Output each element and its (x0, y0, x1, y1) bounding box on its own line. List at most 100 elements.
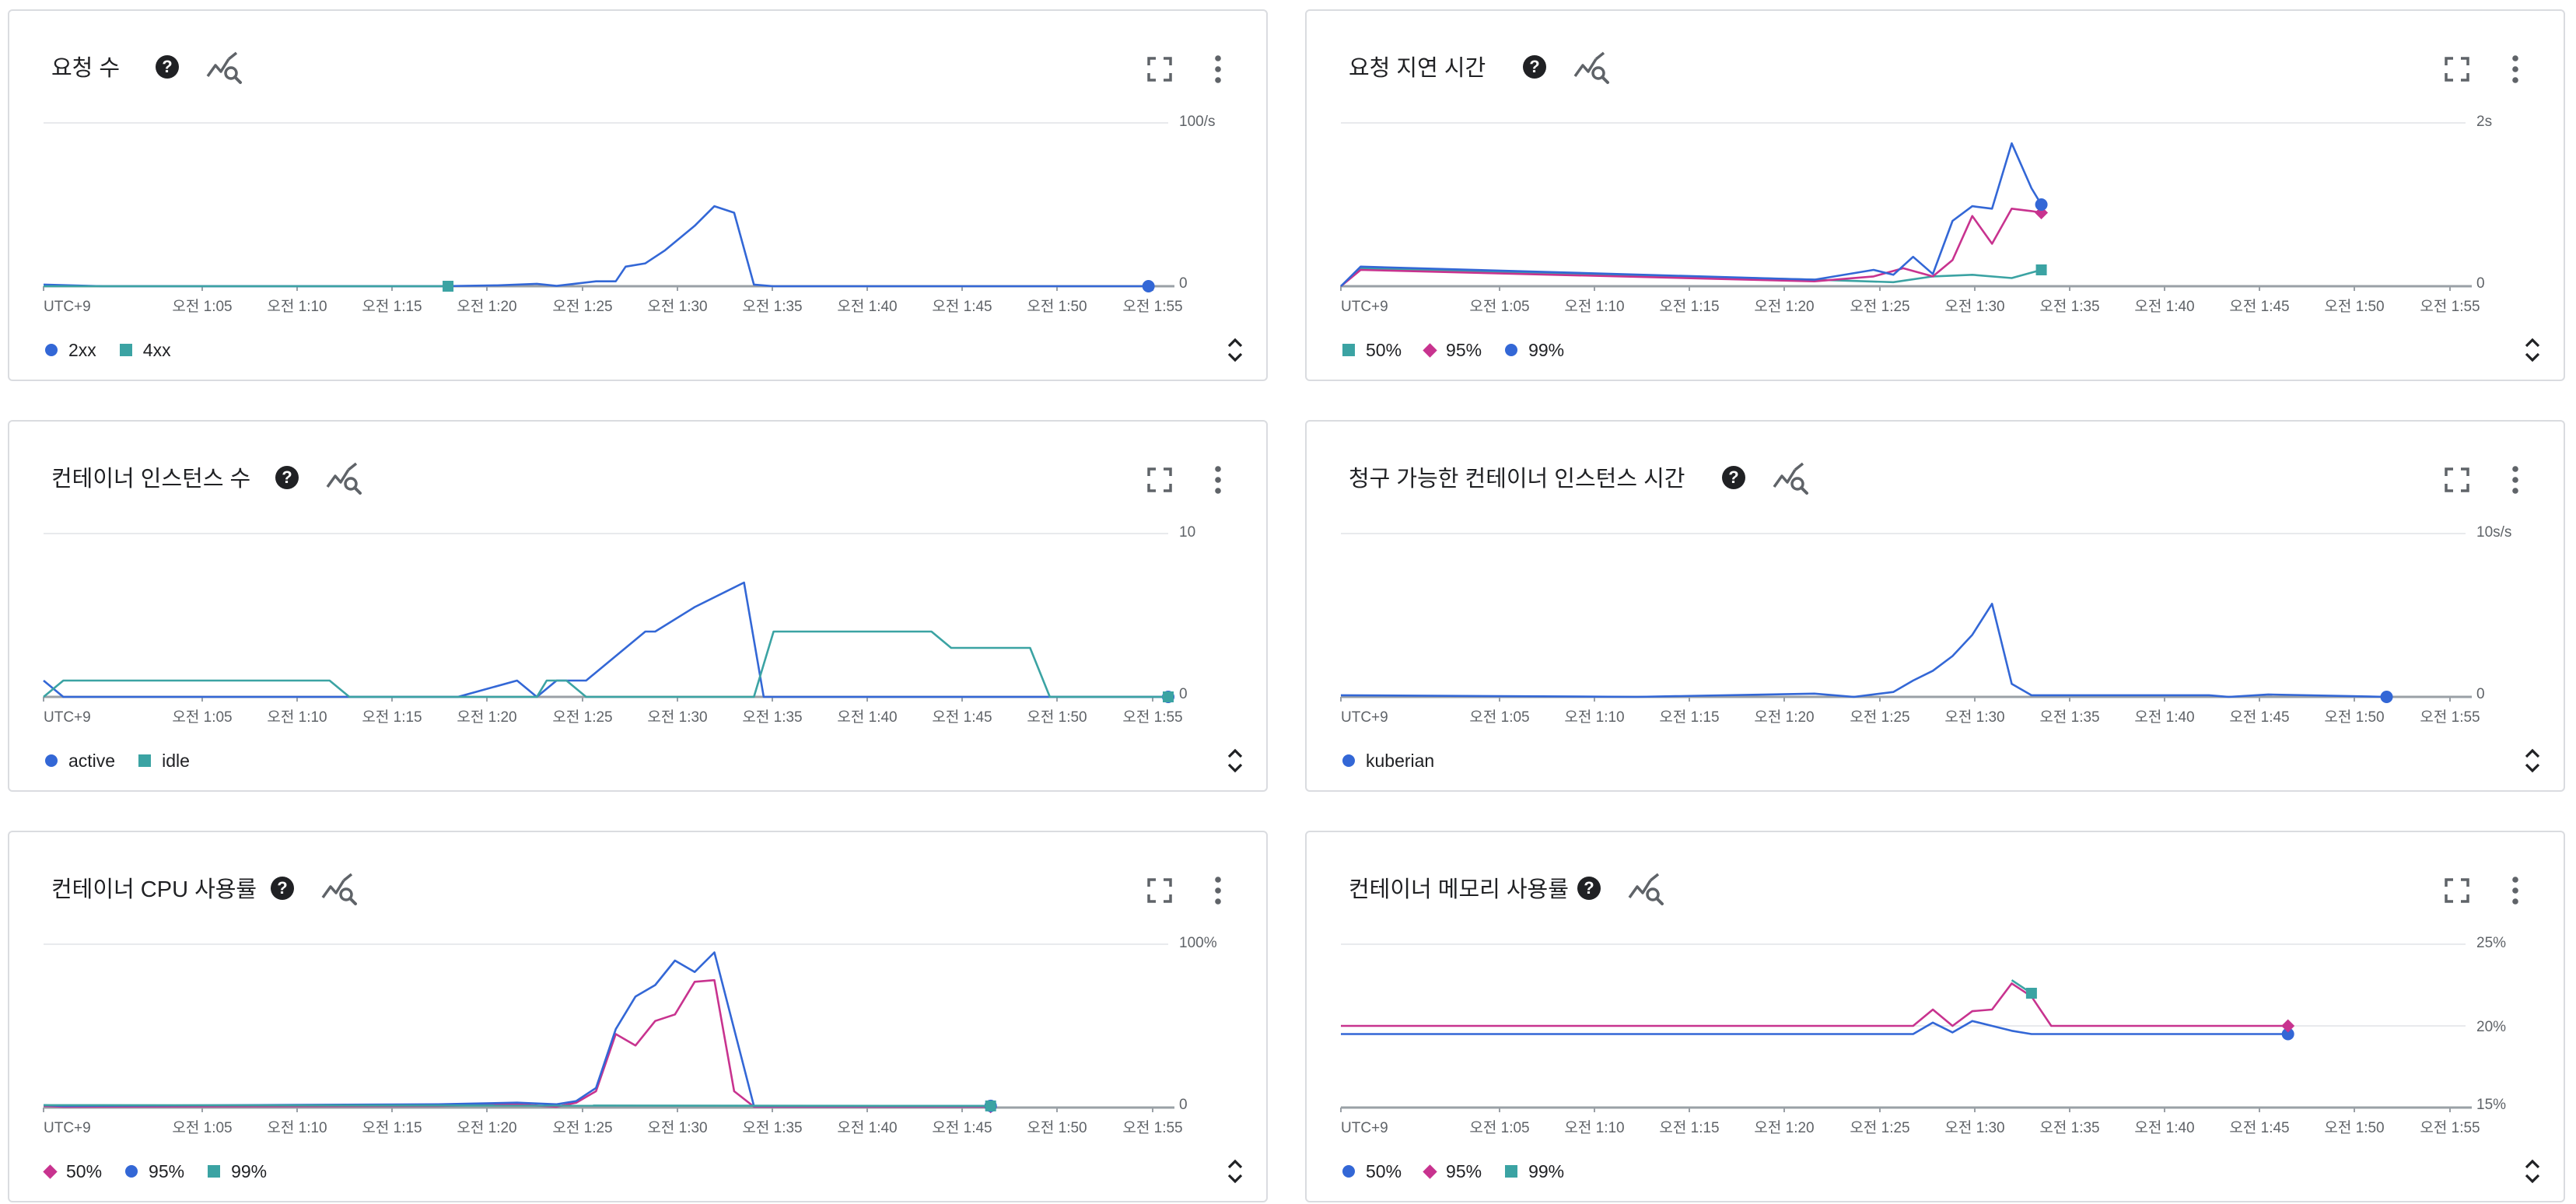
series-end-marker (2035, 198, 2048, 211)
x-tick-label: 오전 1:10 (267, 298, 327, 315)
x-tick-label: 오전 1:15 (1659, 1119, 1719, 1136)
y-tick-label: 100/s (1179, 114, 1215, 130)
x-tick-label: 오전 1:35 (2039, 1119, 2099, 1136)
x-tick-label: 오전 1:45 (2229, 709, 2289, 726)
legend-item[interactable]: 95% (1423, 1160, 1482, 1182)
legend-item[interactable]: active (45, 750, 115, 772)
line-chart: 10s/s 0 UTC+9 오전 1:05 오전 1:10 오전 1:15 오전 1:20 오… (1340, 524, 2511, 726)
series-end-marker (985, 1100, 996, 1111)
legend-circle-icon (1342, 754, 1355, 767)
x-tick-label: 오전 1:40 (837, 298, 897, 315)
series-end-marker (2380, 691, 2393, 703)
x-tick-label: UTC+9 (1341, 1120, 1388, 1136)
x-tick-label: 오전 1:30 (1944, 298, 2004, 315)
x-tick-label: 오전 1:55 (2420, 709, 2480, 726)
x-tick-label: UTC+9 (44, 709, 91, 726)
legend-item[interactable]: 95% (1423, 339, 1482, 361)
x-tick-label: 오전 1:45 (2229, 1119, 2289, 1136)
x-tick-label: 오전 1:30 (1944, 1119, 2004, 1136)
x-tick-label: 오전 1:25 (1850, 1119, 1909, 1136)
x-tick-label: 오전 1:15 (362, 709, 422, 726)
chart-card: 요청 수? 100/s 0 UTC+9 오전 1:05 오전 1:10 오전 1:15 오전 … (8, 9, 1268, 381)
x-tick-label: 오전 1:40 (2134, 709, 2194, 726)
x-tick-label: 오전 1:10 (1564, 298, 1624, 315)
expand-icon[interactable] (2523, 1157, 2542, 1185)
legend-item[interactable]: 50% (1342, 1160, 1402, 1182)
chart-legend: 50% 95% 99% (43, 1160, 267, 1182)
chart-legend: 2xx 4xx (45, 339, 171, 361)
legend-item[interactable]: 99% (208, 1160, 267, 1182)
legend-item[interactable]: idle (138, 750, 190, 772)
legend-item[interactable]: kuberian (1342, 750, 1434, 772)
x-tick-label: 오전 1:15 (1659, 298, 1719, 315)
x-tick-label: 오전 1:15 (362, 298, 422, 315)
legend-label: 95% (149, 1161, 185, 1181)
chart-card: 컨테이너 인스턴스 수? 10 0 UTC+9 오전 1:05 오전 1:10 오전 1:1… (8, 420, 1268, 792)
x-tick-label: 오전 1:30 (1944, 709, 2004, 726)
x-tick-label: 오전 1:30 (647, 709, 707, 726)
x-tick-label: UTC+9 (1341, 299, 1388, 315)
x-tick-label: 오전 1:25 (1850, 709, 1909, 726)
x-tick-label: 오전 1:35 (2039, 709, 2099, 726)
series-end-marker (443, 281, 454, 292)
series-line-95% (1341, 982, 2288, 1027)
legend-square-icon (1505, 1165, 1518, 1178)
legend-diamond-icon (43, 1164, 58, 1179)
x-tick-label: 오전 1:50 (1027, 709, 1087, 726)
legend-label: 95% (1446, 1161, 1482, 1181)
chart-legend: kuberian (1342, 750, 1434, 772)
x-tick-label: 오전 1:50 (1027, 298, 1087, 315)
legend-item[interactable]: 2xx (45, 339, 96, 361)
y-tick-label: 0 (1179, 1097, 1188, 1113)
x-tick-label: UTC+9 (44, 1120, 91, 1136)
legend-circle-icon (1342, 1165, 1355, 1178)
x-tick-label: 오전 1:20 (457, 709, 516, 726)
expand-icon[interactable] (1226, 336, 1244, 364)
x-tick-label: 오전 1:15 (1659, 709, 1719, 726)
x-tick-label: 오전 1:10 (267, 709, 327, 726)
y-tick-label: 10 (1179, 524, 1195, 541)
x-tick-label: 오전 1:55 (2420, 1119, 2480, 1136)
legend-label: 50% (66, 1161, 103, 1181)
chart-card: 요청 지연 시간? 2s 0 UTC+9 오전 1:05 오전 1:10 오전 1:15 오전… (1305, 9, 2565, 381)
y-tick-label: 15% (2476, 1097, 2506, 1113)
legend-item[interactable]: 4xx (119, 339, 171, 361)
x-tick-label: 오전 1:45 (2229, 298, 2289, 315)
expand-icon[interactable] (2523, 747, 2542, 775)
legend-item[interactable]: 99% (1505, 1160, 1564, 1182)
x-tick-label: 오전 1:30 (647, 1119, 707, 1136)
x-tick-label: 오전 1:25 (552, 298, 612, 315)
x-tick-label: 오전 1:40 (2134, 1119, 2194, 1136)
legend-label: 99% (1528, 340, 1565, 360)
x-tick-label: 오전 1:55 (1122, 1119, 1182, 1136)
legend-item[interactable]: 50% (43, 1160, 103, 1182)
legend-item[interactable]: 99% (1505, 339, 1564, 361)
expand-icon[interactable] (1226, 1157, 1244, 1185)
expand-icon[interactable] (1226, 747, 1244, 775)
x-tick-label: 오전 1:50 (2324, 709, 2384, 726)
expand-icon[interactable] (2523, 336, 2542, 364)
legend-square-icon (1342, 344, 1355, 356)
legend-label: 50% (1366, 1161, 1402, 1181)
x-tick-label: 오전 1:40 (837, 1119, 897, 1136)
series-line-99% (1340, 142, 2042, 287)
y-tick-label: 100% (1179, 935, 1217, 951)
legend-label: idle (162, 751, 190, 771)
x-tick-label: UTC+9 (1341, 709, 1388, 726)
x-tick-label: 오전 1:50 (1027, 1119, 1087, 1136)
x-tick-label: 오전 1:05 (1469, 298, 1529, 315)
x-tick-label: 오전 1:10 (267, 1119, 327, 1136)
chart-legend: 50% 95% 99% (1342, 339, 1564, 361)
chart-card: 컨테이너 메모리 사용률? 20% 25% 15% UTC+9 오전 1:05 오전 1:1… (1305, 831, 2565, 1202)
series-end-marker (2035, 264, 2047, 275)
legend-item[interactable]: 95% (125, 1160, 184, 1182)
y-tick-label: 0 (1179, 275, 1188, 292)
legend-label: active (68, 751, 116, 771)
x-tick-label: 오전 1:45 (932, 298, 992, 315)
x-tick-label: 오전 1:25 (1850, 298, 1909, 315)
x-tick-label: 오전 1:05 (1469, 709, 1529, 726)
x-tick-label: 오전 1:55 (1122, 298, 1182, 315)
y-tick-label: 10s/s (2476, 524, 2511, 541)
legend-circle-icon (1505, 344, 1518, 356)
legend-item[interactable]: 50% (1342, 339, 1402, 361)
